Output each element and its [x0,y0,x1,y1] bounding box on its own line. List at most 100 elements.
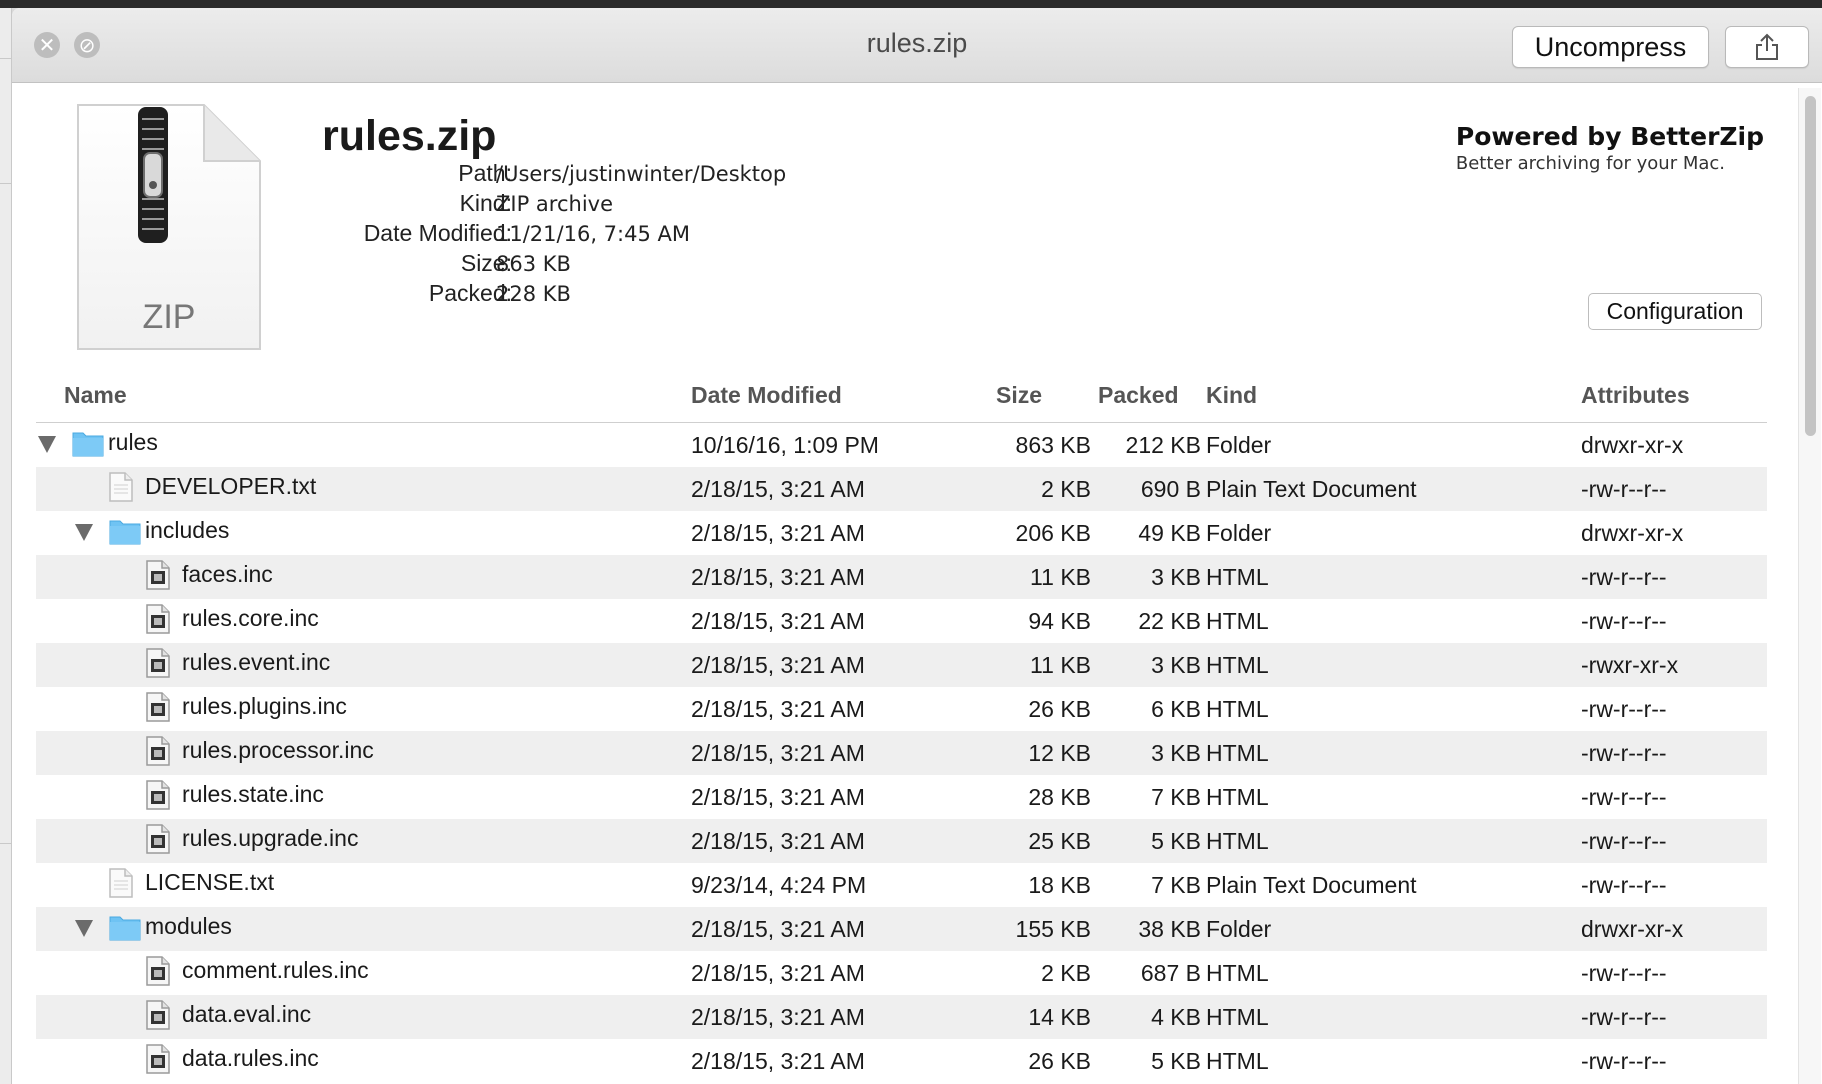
background-window-edge [0,8,12,1084]
row-packed: 687 B [1140,960,1201,986]
row-kind: HTML [1206,696,1269,722]
row-date-modified: 2/18/15, 3:21 AM [691,1004,865,1030]
row-packed: 49 KB [1138,520,1201,546]
row-size: 155 KB [1015,916,1091,942]
table-header: Name Date Modified Size Packed Kind Attr… [36,368,1767,423]
row-packed: 7 KB [1151,872,1201,898]
info-value: 228 KB [496,282,571,306]
row-kind: HTML [1206,828,1269,854]
row-kind: HTML [1206,652,1269,678]
html-file-icon [146,956,170,991]
table-row[interactable]: DEVELOPER.txt 2/18/15, 3:21 AM 2 KB 690 B Pl… [36,467,1767,511]
row-packed: 212 KB [1125,432,1201,458]
uncompress-button[interactable]: Uncompress [1512,26,1709,68]
row-kind: Folder [1206,520,1272,546]
row-size: 12 KB [1028,740,1091,766]
row-date-modified: 2/18/15, 3:21 AM [691,916,865,942]
row-size: 2 KB [1041,476,1091,502]
row-name: LICENSE.txt [145,869,275,895]
row-kind: HTML [1206,784,1269,810]
row-packed: 5 KB [1151,1048,1201,1074]
table-row[interactable]: rules.event.inc 2/18/15, 3:21 AM 11 KB 3 KB… [36,643,1767,687]
row-kind: Plain Text Document [1206,476,1417,502]
column-header-name[interactable]: Name [64,382,127,409]
row-date-modified: 2/18/15, 3:21 AM [691,652,865,678]
disclosure-triangle-icon[interactable] [75,920,93,937]
row-attributes: -rw-r--r-- [1581,608,1667,634]
row-size: 206 KB [1015,520,1091,546]
row-kind: HTML [1206,740,1269,766]
info-value: 11/21/16, 7:45 AM [496,222,690,246]
row-size: 14 KB [1028,1004,1091,1030]
disclosure-triangle-icon[interactable] [75,524,93,541]
vertical-scrollbar[interactable] [1798,88,1821,1084]
table-row[interactable]: rules.core.inc 2/18/15, 3:21 AM 94 KB 22 KB… [36,599,1767,643]
row-packed: 3 KB [1151,652,1201,678]
column-header-date-modified[interactable]: Date Modified [691,382,842,409]
row-size: 18 KB [1028,872,1091,898]
table-row[interactable]: rules.plugins.inc 2/18/15, 3:21 AM 26 KB 6 … [36,687,1767,731]
row-date-modified: 2/18/15, 3:21 AM [691,476,865,502]
row-kind: Folder [1206,916,1272,942]
share-button[interactable] [1725,26,1809,68]
row-attributes: -rw-r--r-- [1581,564,1667,590]
table-row[interactable]: faces.inc 2/18/15, 3:21 AM 11 KB 3 KB HTML -r… [36,555,1767,599]
row-packed: 3 KB [1151,740,1201,766]
column-header-size[interactable]: Size [996,382,1042,409]
row-attributes: -rw-r--r-- [1581,960,1667,986]
configuration-button[interactable]: Configuration [1588,293,1762,330]
row-attributes: -rw-r--r-- [1581,696,1667,722]
table-row[interactable]: rules 10/16/16, 1:09 PM 863 KB 212 KB Folder… [36,423,1767,467]
info-value: 863 KB [496,252,571,276]
text-file-icon [109,472,133,507]
html-file-icon [146,736,170,771]
row-size: 863 KB [1015,432,1091,458]
row-packed: 690 B [1140,476,1201,502]
info-label: Kind: [459,190,512,216]
table-row[interactable]: data.eval.inc 2/18/15, 3:21 AM 14 KB 4 KB HT… [36,995,1767,1039]
html-file-icon [146,1000,170,1035]
row-attributes: drwxr-xr-x [1581,432,1684,458]
row-attributes: -rw-r--r-- [1581,1048,1667,1074]
row-packed: 38 KB [1138,916,1201,942]
row-packed: 5 KB [1151,828,1201,854]
table-row[interactable]: rules.processor.inc 2/18/15, 3:21 AM 12 KB… [36,731,1767,775]
branding: Powered by BetterZip Better archiving fo… [1456,122,1764,174]
table-row[interactable]: data.rules.inc 2/18/15, 3:21 AM 26 KB 5 KB H… [36,1039,1767,1083]
archive-name: rules.zip [322,112,497,160]
row-date-modified: 10/16/16, 1:09 PM [691,432,879,458]
row-attributes: drwxr-xr-x [1581,520,1684,546]
row-date-modified: 2/18/15, 3:21 AM [691,1048,865,1074]
html-file-icon [146,648,170,683]
row-kind: HTML [1206,960,1269,986]
table-row[interactable]: rules.upgrade.inc 2/18/15, 3:21 AM 25 KB 5 … [36,819,1767,863]
html-file-icon [146,692,170,727]
row-size: 2 KB [1041,960,1091,986]
table-row[interactable]: comment.rules.inc 2/18/15, 3:21 AM 2 KB 687… [36,951,1767,995]
info-label: Date Modified: [363,220,512,246]
info-label: Packed: [428,280,512,306]
row-packed: 3 KB [1151,564,1201,590]
folder-icon [72,429,104,462]
row-kind: HTML [1206,1048,1269,1074]
row-date-modified: 2/18/15, 3:21 AM [691,960,865,986]
row-packed: 7 KB [1151,784,1201,810]
info-label: Size: [460,250,512,276]
table-row[interactable]: includes 2/18/15, 3:21 AM 206 KB 49 KB Folde… [36,511,1767,555]
row-packed: 6 KB [1151,696,1201,722]
table-row[interactable]: LICENSE.txt 9/23/14, 4:24 PM 18 KB 7 KB Plai… [36,863,1767,907]
scrollbar-thumb[interactable] [1805,96,1816,436]
folder-icon [109,913,141,946]
betterzip-window: ✕ ⊘ rules.zip Uncompress ZIP rules.zip P… [12,8,1822,1084]
row-attributes: -rwxr-xr-x [1581,652,1679,678]
table-row[interactable]: rules.state.inc 2/18/15, 3:21 AM 28 KB 7 KB… [36,775,1767,819]
column-header-kind[interactable]: Kind [1206,382,1257,409]
info-value: ZIP archive [496,192,613,216]
row-date-modified: 2/18/15, 3:21 AM [691,608,865,634]
row-date-modified: 9/23/14, 4:24 PM [691,872,867,898]
table-row[interactable]: modules 2/18/15, 3:21 AM 155 KB 38 KB Folder… [36,907,1767,951]
column-header-packed[interactable]: Packed [1098,382,1179,409]
column-header-attributes[interactable]: Attributes [1581,382,1690,409]
row-name: data.eval.inc [182,1001,312,1027]
disclosure-triangle-icon[interactable] [38,436,56,453]
